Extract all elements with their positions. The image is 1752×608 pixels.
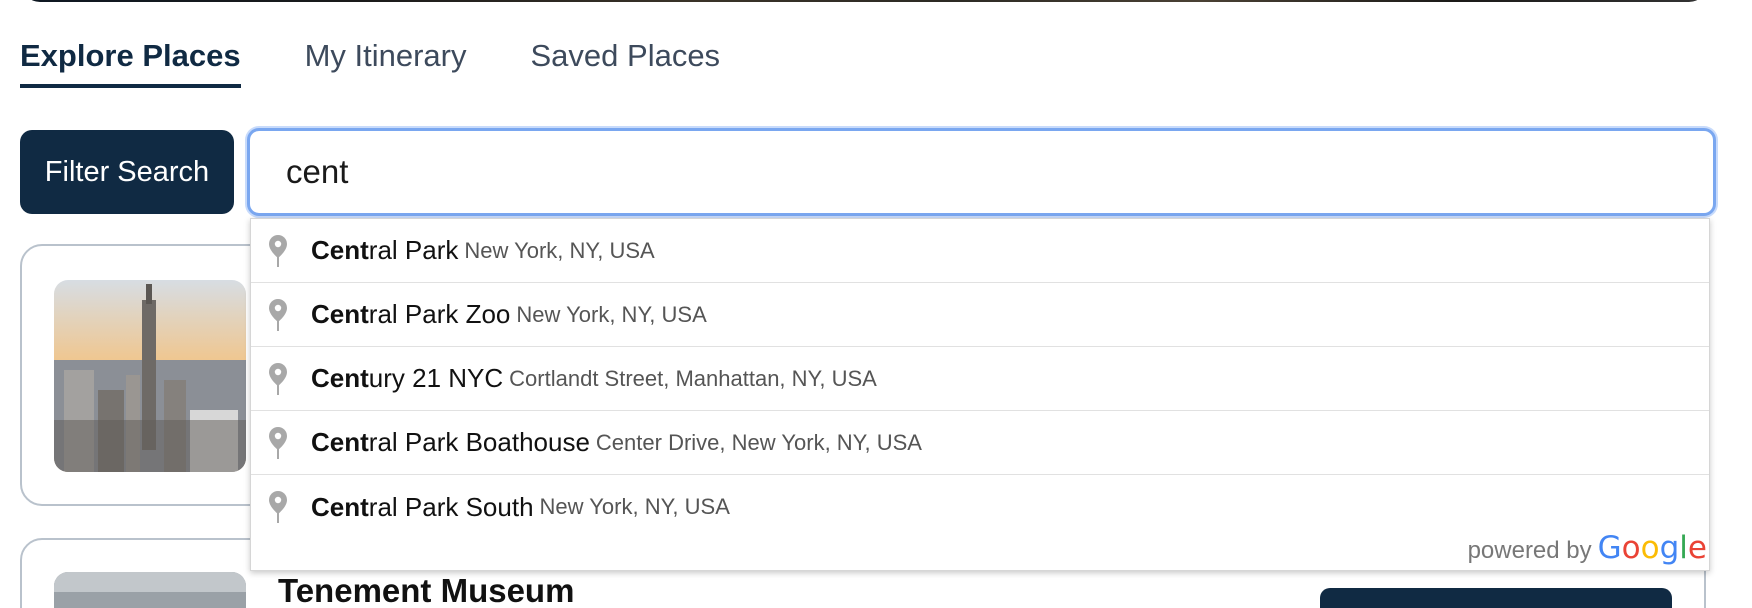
tab-explore-places[interactable]: Explore Places <box>20 38 241 88</box>
place-thumbnail-image <box>54 280 246 472</box>
suggestion-secondary-text: New York, NY, USA <box>516 301 707 327</box>
powered-by-google: powered by Google <box>1468 530 1707 566</box>
place-thumbnail-image <box>54 572 246 608</box>
suggestion-secondary-text: Cortlandt Street, Manhattan, NY, USA <box>509 365 877 391</box>
autocomplete-dropdown: Central Park New York, NY, USA Central P… <box>250 218 1710 571</box>
suggestion-item[interactable]: Central Park Boathouse Center Drive, New… <box>251 411 1709 475</box>
google-logo-letter: G <box>1597 530 1622 566</box>
google-logo-letter: o <box>1621 530 1641 566</box>
suggestion-secondary-text: New York, NY, USA <box>539 494 730 519</box>
tab-my-itinerary[interactable]: My Itinerary <box>305 38 467 88</box>
suggestion-main-text: Central Park Zoo <box>311 299 511 329</box>
map-pin-icon <box>263 231 293 271</box>
place-card-title: Tenement Museum <box>278 572 575 608</box>
suggestion-main-text: Central Park South <box>311 491 534 522</box>
suggestion-item[interactable]: Century 21 NYC Cortlandt Street, Manhatt… <box>251 347 1709 411</box>
filter-search-button[interactable]: Filter Search <box>20 130 234 214</box>
hero-image-strip <box>22 0 1707 2</box>
google-logo: Google <box>1598 530 1707 566</box>
search-input[interactable] <box>250 131 1713 213</box>
google-logo-letter: l <box>1679 530 1688 566</box>
map-pin-icon <box>263 295 293 335</box>
suggestion-item[interactable]: Central Park Zoo New York, NY, USA <box>251 283 1709 347</box>
google-logo-letter: g <box>1659 530 1680 566</box>
add-to-saved-places-button[interactable] <box>1320 588 1672 608</box>
suggestion-secondary-text: Center Drive, New York, NY, USA <box>595 429 922 455</box>
powered-by-label: powered by <box>1467 537 1592 564</box>
page: Explore Places My Itinerary Saved Places… <box>0 0 1752 608</box>
suggestion-item[interactable]: Central Park New York, NY, USA <box>251 219 1709 283</box>
map-pin-icon <box>263 359 293 399</box>
tab-saved-places[interactable]: Saved Places <box>531 38 721 88</box>
suggestion-main-text: Century 21 NYC <box>311 363 504 393</box>
suggestion-secondary-text: New York, NY, USA <box>464 237 655 263</box>
map-pin-icon <box>263 423 293 463</box>
suggestion-main-text: Central Park <box>311 235 459 265</box>
suggestion-main-text: Central Park Boathouse <box>311 427 590 457</box>
tab-bar: Explore Places My Itinerary Saved Places <box>20 38 720 88</box>
google-logo-letter: o <box>1640 530 1660 566</box>
map-pin-icon <box>263 487 293 527</box>
google-logo-letter: e <box>1687 530 1707 566</box>
search-box <box>247 128 1716 216</box>
